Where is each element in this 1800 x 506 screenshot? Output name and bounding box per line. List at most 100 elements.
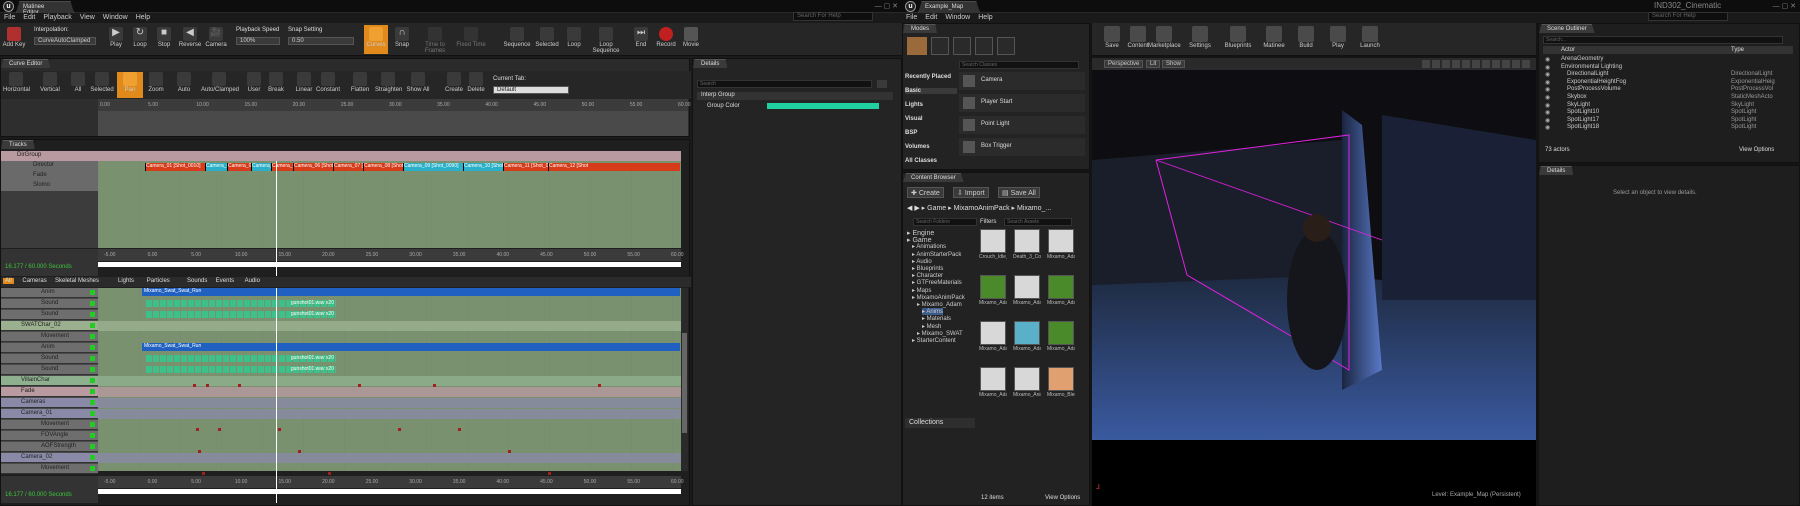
placeable-point-light[interactable]: Point Light (959, 116, 1085, 134)
asset-tile[interactable]: Crouch_Idle_Rifle_Hip_Copy (979, 229, 1007, 266)
asset-tile[interactable]: Mixamo_Blend_Adam_1D (1047, 367, 1075, 404)
category-visual[interactable]: Visual (905, 116, 923, 122)
filter-tab-lights[interactable]: Lights (116, 278, 136, 284)
curve-btn-vertical[interactable]: Vertical (37, 72, 63, 93)
visibility-eye-icon[interactable]: ◉ (1545, 102, 1550, 109)
path-current[interactable]: Mixamo_... (1017, 205, 1051, 212)
shot-segment[interactable]: Camera_09 [Shot_0090] (403, 163, 463, 171)
folder-mixamo-adam[interactable]: ▸ Mixamo_Adam (917, 301, 962, 308)
curves-button[interactable]: Curves (364, 25, 388, 54)
track-enable-icon[interactable] (90, 290, 95, 295)
sound-bar[interactable]: gunshot01.wav x20 (146, 366, 336, 373)
visibility-eye-icon[interactable]: ◉ (1545, 64, 1550, 71)
fixed-time-button[interactable]: Fixed Time (456, 27, 486, 48)
visibility-eye-icon[interactable]: ◉ (1545, 56, 1550, 63)
keyframe-marker[interactable] (278, 428, 281, 431)
loop-view-button[interactable]: Loop (562, 27, 586, 48)
dirgroup-header[interactable]: DirGroup (1, 151, 681, 161)
track-enable-icon[interactable] (90, 411, 95, 416)
outliner-row[interactable]: ◉ DirectionalLight DirectionalLight (1543, 71, 1793, 78)
visibility-eye-icon[interactable]: ◉ (1545, 86, 1550, 93)
filter-tab-audio[interactable]: Audio (243, 278, 262, 284)
placeable-camera[interactable]: Camera (959, 72, 1085, 90)
track-row-label[interactable]: Movement (1, 420, 98, 430)
curve-btn-pan[interactable]: Pan (117, 72, 143, 98)
visibility-eye-icon[interactable]: ◉ (1545, 117, 1550, 124)
folder-animstarterpack[interactable]: ▸ AnimStarterPack (912, 251, 961, 258)
sound-bar[interactable]: gunshot01.wav x20 (146, 355, 336, 362)
asset-tile[interactable]: Death_3_Copy (1013, 229, 1041, 266)
track-row-label[interactable]: Anim (1, 288, 98, 298)
visibility-eye-icon[interactable]: ◉ (1545, 79, 1550, 86)
curve-editor-tab[interactable]: Curve Editor (1, 59, 51, 68)
perspective-button[interactable]: Perspective (1104, 60, 1144, 68)
col-actor[interactable]: Actor (1561, 47, 1575, 53)
folder-startercontent[interactable]: ▸ StarterContent (912, 337, 956, 344)
folder-audio[interactable]: ▸ Audio (912, 258, 932, 265)
track-enable-icon[interactable] (90, 433, 95, 438)
track-row-label[interactable]: Anim (1, 343, 98, 353)
landscape-mode-icon[interactable] (953, 37, 971, 55)
track-enable-icon[interactable] (90, 422, 95, 427)
curve-btn-straighten[interactable]: Straighten (375, 72, 402, 93)
curve-btn-horizontal[interactable]: Horizontal (3, 72, 30, 93)
track-row-label[interactable]: Fade (1, 387, 98, 397)
keyframe-marker[interactable] (198, 450, 201, 453)
track-label-director[interactable]: Director (33, 162, 54, 168)
folder-animations[interactable]: ▸ Animations (912, 243, 946, 250)
track-row-label[interactable]: Camera_01 (1, 409, 98, 419)
shot-segment[interactable]: Camera_02 [Shot_0020] (205, 163, 227, 171)
anim-bar[interactable]: Mixamo_Swat_Swat_Run (142, 288, 680, 296)
keyframe-marker[interactable] (433, 384, 436, 387)
group-color-swatch[interactable] (767, 103, 879, 109)
asset-tile[interactable]: Mixamo_Adam_Skeleton (1013, 321, 1041, 358)
curve-btn-auto[interactable]: Auto (171, 72, 197, 93)
show-button[interactable]: Show (1162, 60, 1186, 68)
details-view-icon[interactable] (877, 80, 887, 88)
collections-header[interactable]: Collections (905, 418, 975, 428)
editor-menu-help[interactable]: Help (974, 13, 996, 22)
track-enable-icon[interactable] (90, 312, 95, 317)
tracks-tab[interactable]: Tracks (1, 140, 35, 149)
keyframe-marker[interactable] (548, 472, 551, 475)
curve-btn-flatten[interactable]: Flatten (347, 72, 373, 93)
folder-mixamo-swat[interactable]: ▸ Mixamo_SWAT (917, 330, 963, 337)
geometry-mode-icon[interactable] (997, 37, 1015, 55)
track-label-slomo[interactable]: Slomo (33, 182, 50, 188)
content-browser-tab[interactable]: Content Browser (903, 173, 964, 182)
track-row-label[interactable]: SWATChar_02 (1, 321, 98, 331)
track-enable-icon[interactable] (90, 378, 95, 383)
track-row-label[interactable]: AOFStrength (1, 442, 98, 452)
track-row-label[interactable]: Sound (1, 310, 98, 320)
outliner-row[interactable]: ◉ Environmental Lighting (1543, 64, 1793, 71)
shot-segment[interactable]: Camera_05 [Shot_0050] (271, 163, 293, 171)
map-tab[interactable]: Example_Map (918, 1, 980, 13)
filter-tab-all[interactable]: All (3, 278, 14, 284)
track-enable-icon[interactable] (90, 301, 95, 306)
category-recently-placed[interactable]: Recently Placed (905, 74, 951, 80)
menu-view[interactable]: View (76, 13, 99, 22)
save-all-button[interactable]: ▤ Save All (998, 187, 1040, 198)
director-timeline[interactable]: Camera_01 [Shot_0010]Camera_02 [Shot_002… (98, 161, 681, 248)
matinee-tab[interactable]: Matinee Editor (16, 1, 74, 13)
search-assets-input[interactable]: Search Assets (1004, 218, 1072, 226)
view-options-button[interactable]: View Options (1045, 495, 1080, 501)
outliner-search-input[interactable]: Search... (1543, 36, 1783, 44)
playhead-top[interactable] (276, 161, 277, 276)
track-row-label[interactable]: Sound (1, 354, 98, 364)
details-search-input[interactable]: Search (697, 80, 872, 88)
curve-btn-constant[interactable]: Constant (315, 72, 341, 93)
filter-tab-skeletal-meshes[interactable]: Skeletal Meshes (53, 278, 101, 284)
snap-setting-dropdown[interactable]: 0.50 (288, 37, 354, 45)
category-bsp[interactable]: BSP (905, 130, 917, 136)
menu-window[interactable]: Window (99, 13, 132, 22)
curve-btn-selected[interactable]: Selected (89, 72, 115, 93)
keyframe-marker[interactable] (398, 428, 401, 431)
add-key-button[interactable]: Add Key (2, 27, 26, 48)
visibility-eye-icon[interactable]: ◉ (1545, 71, 1550, 78)
outliner-row[interactable]: ◉ Skybox StaticMeshActo (1543, 94, 1793, 101)
create-button[interactable]: ✚ Create (907, 187, 944, 198)
track-row-label[interactable]: Camera_02 (1, 453, 98, 463)
time-to-frames-button[interactable]: Time to Frames (418, 27, 452, 54)
filters-button[interactable]: Filters (980, 219, 996, 225)
